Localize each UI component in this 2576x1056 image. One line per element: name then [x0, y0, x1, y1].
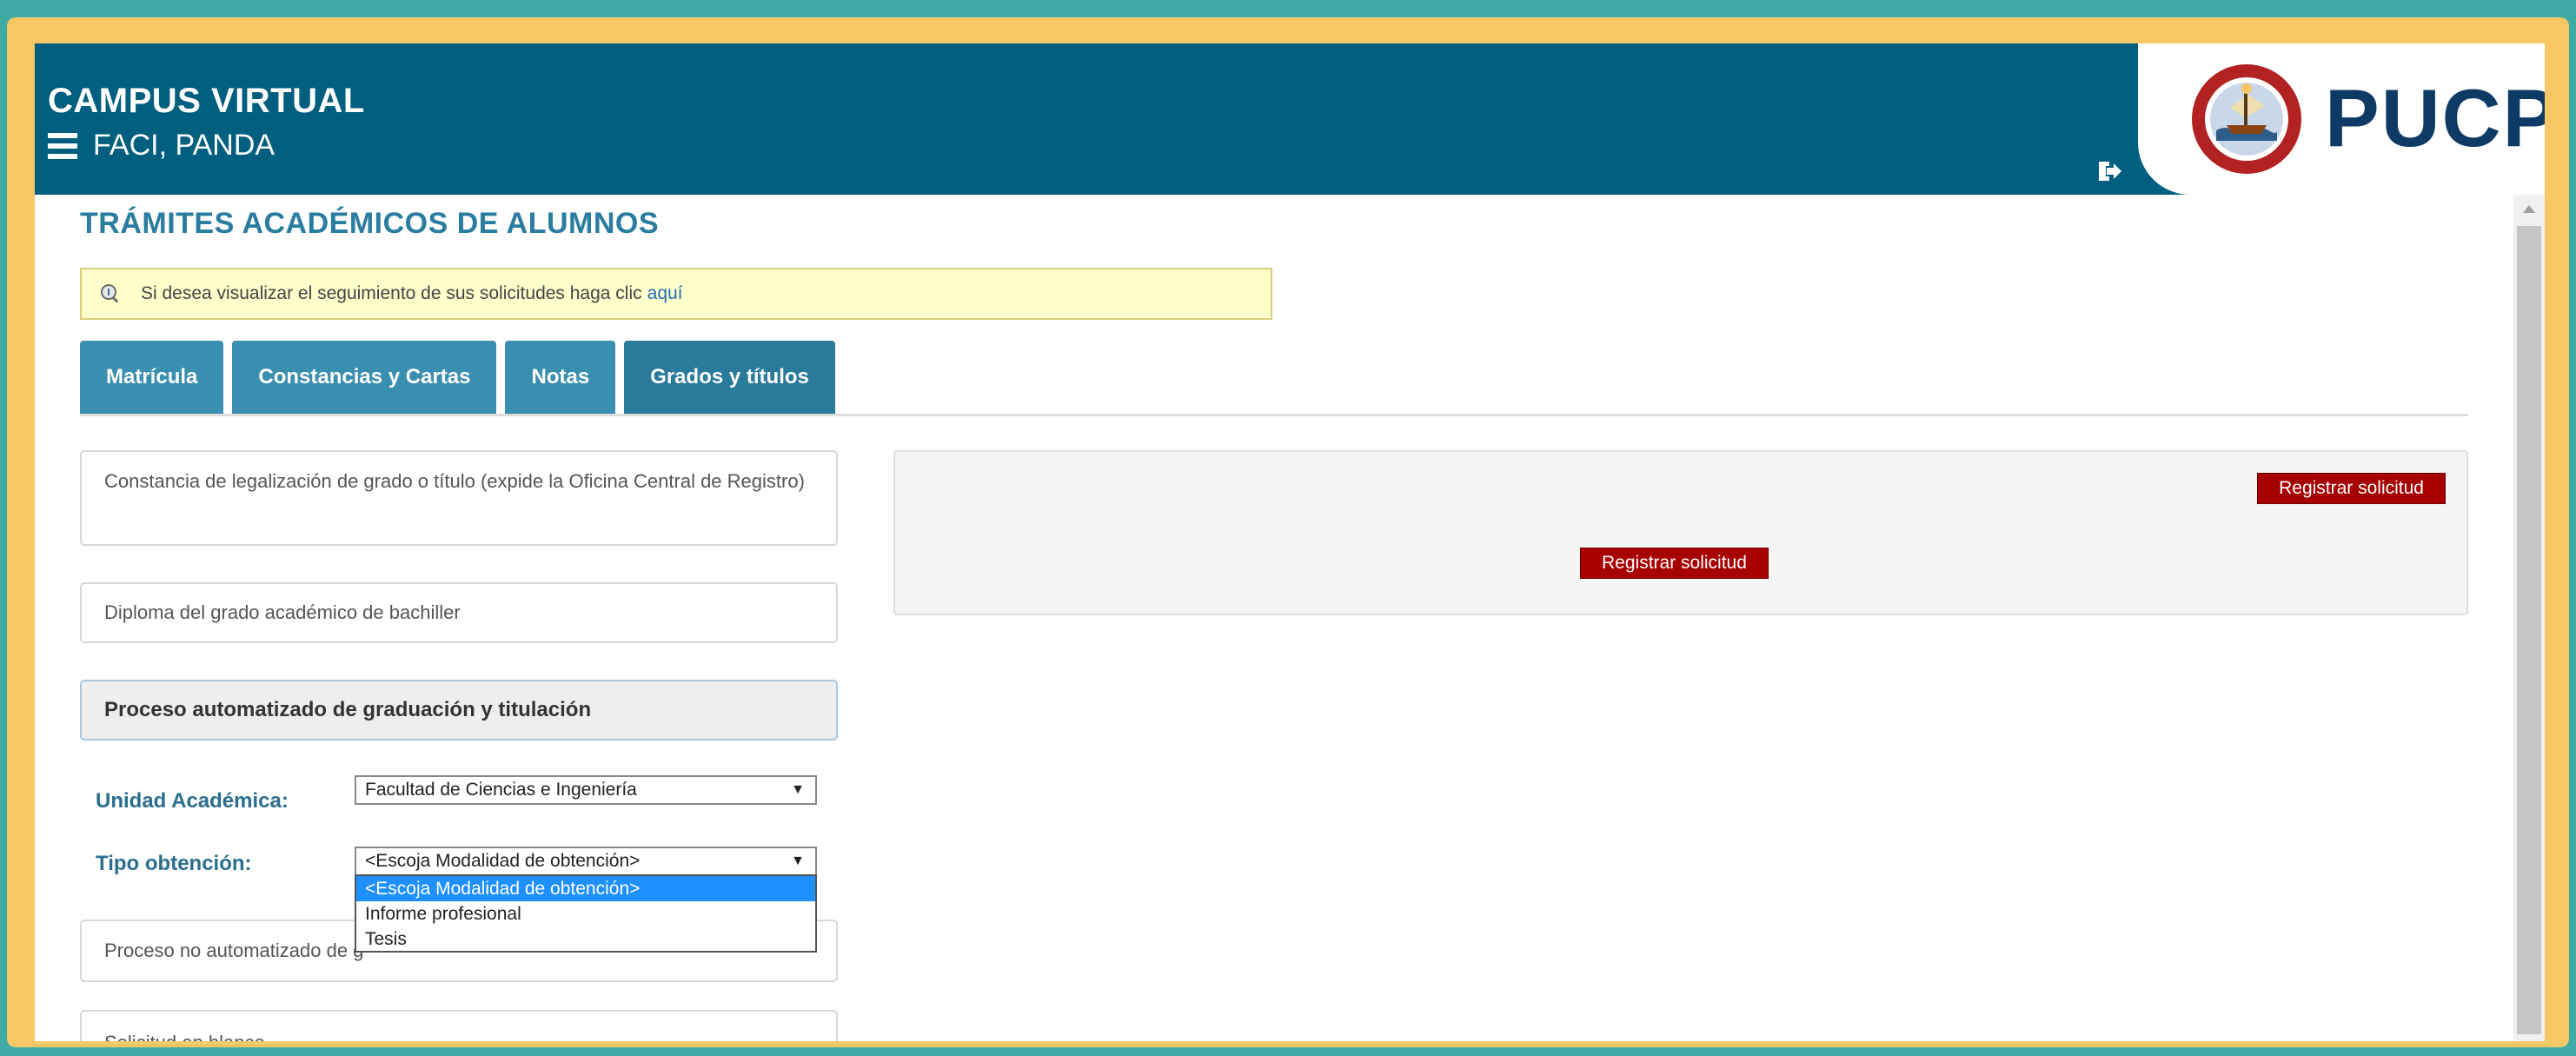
request-panel: Registrar solicitud Registrar solicitud: [893, 450, 2468, 615]
page-title: TRÁMITES ACADÉMICOS DE ALUMNOS: [80, 207, 660, 240]
user-name: FACI, PANDA: [93, 129, 276, 162]
card-solicitud-en-blanco[interactable]: Solicitud en blanco: [80, 1010, 838, 1041]
tab-notas[interactable]: Notas: [505, 341, 616, 414]
tipo-obtencion-value: <Escoja Modalidad de obtención>: [365, 851, 641, 871]
card-legalizacion[interactable]: Constancia de legalización de grado o tí…: [80, 450, 838, 546]
tipo-obtencion-select[interactable]: <Escoja Modalidad de obtención> ▼: [355, 847, 817, 876]
logout-icon[interactable]: [2096, 158, 2122, 184]
site-header: CAMPUS VIRTUAL FACI, PANDA PUCP: [35, 43, 2545, 195]
tabs-divider: [80, 414, 2468, 416]
browser-viewport: CAMPUS VIRTUAL FACI, PANDA PUCP TRÁMITES…: [35, 43, 2545, 1041]
unidad-academica-label: Unidad Académica:: [96, 789, 289, 813]
select-arrow-icon: ▼: [791, 782, 805, 797]
dropdown-option-tesis[interactable]: Tesis: [356, 926, 815, 952]
app-title: CAMPUS VIRTUAL: [48, 82, 365, 120]
pucp-logo-text: PUCP: [2325, 72, 2545, 163]
tracking-link[interactable]: aquí: [647, 283, 683, 304]
user-menu[interactable]: FACI, PANDA: [48, 129, 275, 163]
tipo-obtencion-dropdown: <Escoja Modalidad de obtención> Informe …: [355, 874, 817, 953]
register-request-button-center[interactable]: Registrar solicitud: [1580, 548, 1769, 579]
tab-matricula[interactable]: Matrícula: [80, 341, 224, 414]
unidad-academica-value: Facultad de Ciencias e Ingeniería: [365, 780, 637, 800]
scroll-thumb[interactable]: [2517, 226, 2541, 1034]
tab-constancias-cartas[interactable]: Constancias y Cartas: [232, 341, 497, 414]
pucp-seal-icon: [2192, 64, 2301, 174]
hamburger-menu-icon[interactable]: [48, 132, 77, 159]
tipo-obtencion-label: Tipo obtención:: [96, 852, 252, 875]
register-request-button-top[interactable]: Registrar solicitud: [2257, 473, 2446, 504]
magnifier-info-icon: [101, 284, 119, 303]
card-diploma-bachiller[interactable]: Diploma del grado académico de bachiller: [80, 582, 838, 643]
tab-grados-titulos[interactable]: Grados y títulos: [624, 341, 835, 414]
tab-bar: Matrícula Constancias y Cartas Notas Gra…: [80, 341, 835, 414]
notice-text: Si desea visualizar el seguimiento de su…: [141, 283, 642, 303]
unidad-academica-select[interactable]: Facultad de Ciencias e Ingeniería ▼: [355, 775, 817, 805]
dropdown-option-escoja[interactable]: <Escoja Modalidad de obtención>: [356, 876, 815, 901]
logo-panel: PUCP: [2138, 43, 2545, 195]
select-arrow-icon: ▼: [791, 853, 805, 868]
info-notice: Si desea visualizar el seguimiento de su…: [80, 268, 1272, 320]
card-proceso-automatizado[interactable]: Proceso automatizado de graduación y tit…: [80, 680, 838, 741]
vertical-scrollbar[interactable]: [2513, 195, 2545, 1041]
dropdown-option-informe[interactable]: Informe profesional: [356, 901, 815, 926]
scroll-up-arrow-icon[interactable]: [2523, 205, 2535, 213]
